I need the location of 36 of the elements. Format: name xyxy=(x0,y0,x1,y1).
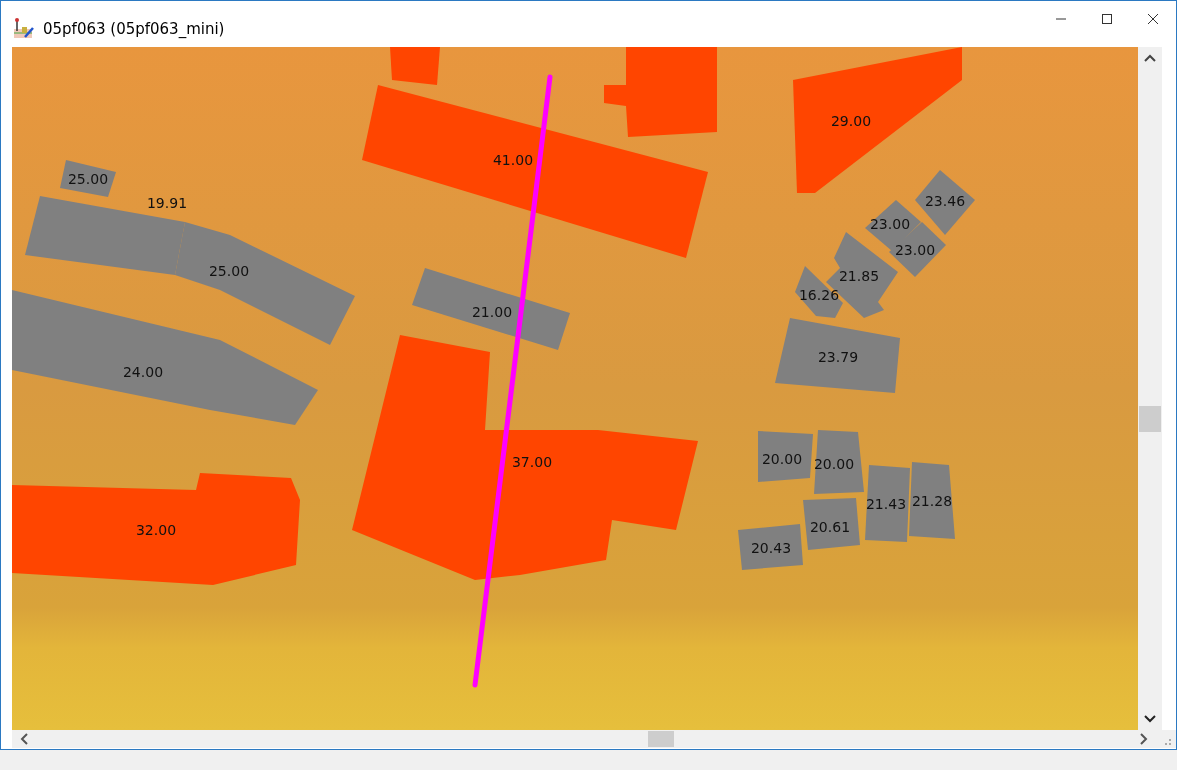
building-height-label: 21.43 xyxy=(865,496,907,512)
building-height-label: 23.00 xyxy=(869,216,911,232)
building-footprint[interactable] xyxy=(803,498,860,550)
scroll-thumb[interactable] xyxy=(1139,406,1161,432)
building-height-label: 25.00 xyxy=(67,171,109,187)
building-height-label: 37.00 xyxy=(511,454,553,470)
building-footprint[interactable] xyxy=(909,462,955,539)
vertical-scrollbar[interactable] xyxy=(1138,47,1162,730)
building-footprint[interactable] xyxy=(814,430,864,494)
building-height-label: 41.00 xyxy=(492,152,534,168)
app-icon xyxy=(13,17,35,39)
building-height-label: 21.28 xyxy=(911,493,953,509)
building-footprint[interactable] xyxy=(738,524,803,570)
building-height-label: 21.00 xyxy=(471,304,513,320)
horizontal-scrollbar[interactable] xyxy=(12,730,1176,748)
building-height-label: 32.00 xyxy=(135,522,177,538)
building-height-label: 23.79 xyxy=(817,349,859,365)
section-line[interactable] xyxy=(472,74,553,688)
scroll-thumb[interactable] xyxy=(648,731,674,747)
building-height-label: 20.61 xyxy=(809,519,851,535)
building-height-label: 20.43 xyxy=(750,540,792,556)
resize-grip-icon[interactable] xyxy=(1164,738,1172,746)
building-footprint[interactable] xyxy=(915,170,975,235)
building-height-label: 23.00 xyxy=(894,242,936,258)
building-height-label: 23.46 xyxy=(924,193,966,209)
building-height-label: 21.85 xyxy=(838,268,880,284)
building-height-label: 20.00 xyxy=(813,456,855,472)
close-icon xyxy=(1147,13,1159,25)
building-height-label: 25.00 xyxy=(208,263,250,279)
window-title: 05pf063 (05pf063_mini) xyxy=(43,19,225,38)
building-height-label: 29.00 xyxy=(830,113,872,129)
building-height-label: 20.00 xyxy=(761,451,803,467)
building-height-label: 19.91 xyxy=(146,195,188,211)
building-footprint[interactable] xyxy=(865,465,910,542)
building-height-label: 24.00 xyxy=(122,364,164,380)
maximize-icon xyxy=(1101,13,1113,25)
